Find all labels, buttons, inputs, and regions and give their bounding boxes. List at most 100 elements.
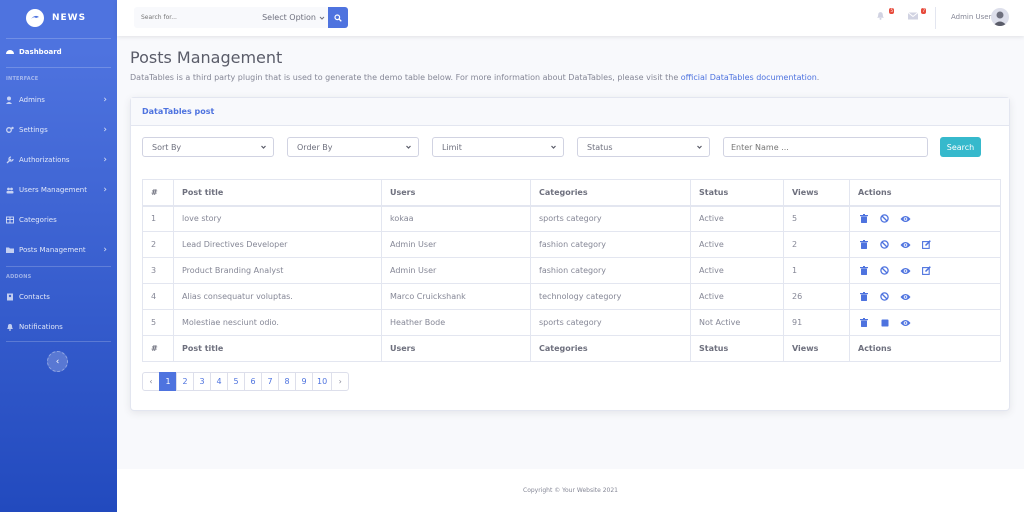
trash-icon: [859, 214, 868, 224]
column-footer: Users: [381, 335, 531, 362]
order-by-select[interactable]: Order By: [287, 137, 419, 157]
datatables-docs-link[interactable]: official DataTables documentation: [681, 73, 817, 82]
pagination-page[interactable]: 9: [295, 372, 313, 391]
pagination-page[interactable]: 7: [261, 372, 279, 391]
column-header[interactable]: Users: [381, 179, 531, 207]
order-by-label: Order By: [297, 142, 333, 152]
status-select[interactable]: Status: [577, 137, 710, 157]
sidebar-item-categories[interactable]: Categories: [0, 210, 117, 230]
table-row: 1 love story kokaa sports category Active 5: [142, 205, 1001, 232]
column-footer: Categories: [530, 335, 691, 362]
pagination-page[interactable]: 6: [244, 372, 262, 391]
sidebar-divider: [6, 67, 111, 68]
sidebar-toggle-button[interactable]: ‹: [47, 351, 68, 372]
cell-post-title: Product Branding Analyst: [173, 257, 382, 284]
column-header[interactable]: Status: [690, 179, 784, 207]
sidebar-item-authorizations[interactable]: Authorizations ›: [0, 150, 117, 170]
sidebar-item-contacts[interactable]: Contacts: [0, 287, 117, 307]
sidebar-item-settings[interactable]: Settings ›: [0, 120, 117, 140]
avatar[interactable]: [991, 8, 1009, 26]
edit-button[interactable]: [921, 265, 932, 276]
page-description-end: .: [816, 73, 820, 82]
pagination-page[interactable]: 2: [176, 372, 194, 391]
deactivate-button[interactable]: [879, 265, 890, 276]
cell-post-title: Molestiae nesciunt odio.: [173, 309, 382, 336]
column-header[interactable]: Views: [783, 179, 850, 207]
edit-button[interactable]: [921, 239, 932, 250]
view-button[interactable]: [900, 265, 911, 276]
view-button[interactable]: [900, 291, 911, 302]
delete-button[interactable]: [858, 317, 869, 328]
view-button[interactable]: [900, 213, 911, 224]
eye-icon: [900, 267, 911, 275]
pagination-page[interactable]: 4: [210, 372, 228, 391]
filter-search-button[interactable]: Search: [940, 137, 981, 157]
alerts-button[interactable]: 5: [876, 8, 894, 25]
datatable-card: DataTables post Sort By Order By Limit S…: [130, 97, 1010, 411]
table-row: 3 Product Branding Analyst Admin User fashi…: [142, 257, 1001, 284]
ban-icon: [880, 292, 889, 301]
table-footer-row: # Post title Users Categories Status Vie…: [142, 335, 1001, 362]
cell-user: Marco Cruickshank: [381, 283, 531, 310]
table-icon: [6, 216, 14, 224]
pagination-page[interactable]: 3: [193, 372, 211, 391]
table-header-row: # Post title Users Categories Status Vie…: [142, 179, 1001, 207]
topbar-search: Select Option: [134, 7, 348, 28]
cell-id: 3: [142, 257, 174, 284]
wrench-icon: [6, 156, 14, 164]
posts-table: # Post title Users Categories Status Vie…: [142, 179, 1001, 362]
view-button[interactable]: [900, 317, 911, 328]
messages-button[interactable]: 7: [907, 8, 926, 25]
cell-id: 1: [142, 205, 174, 232]
pagination-next[interactable]: ›: [331, 372, 350, 391]
cell-category: fashion category: [530, 257, 691, 284]
cell-status: Active: [690, 231, 784, 258]
delete-button[interactable]: [858, 239, 869, 250]
delete-button[interactable]: [858, 213, 869, 224]
pagination-page[interactable]: 1: [159, 372, 177, 391]
cell-views: 5: [783, 205, 850, 232]
stop-icon: [881, 319, 889, 327]
column-header[interactable]: Post title: [173, 179, 382, 207]
search-option-select[interactable]: Select Option: [254, 7, 329, 28]
view-button[interactable]: [900, 239, 911, 250]
column-header[interactable]: Actions: [849, 179, 1001, 207]
pagination-page[interactable]: 5: [227, 372, 245, 391]
deactivate-button[interactable]: [879, 239, 890, 250]
sidebar-item-posts-management[interactable]: Posts Management ›: [0, 240, 117, 260]
sidebar-item-dashboard[interactable]: Dashboard: [0, 42, 117, 62]
cell-status: Active: [690, 205, 784, 232]
chevron-down-icon: [319, 16, 325, 20]
pagination-prev[interactable]: ‹: [142, 372, 160, 391]
sidebar-divider: [6, 38, 111, 39]
name-search-input[interactable]: [723, 137, 928, 157]
sidebar-item-notifications[interactable]: Notifications: [0, 317, 117, 337]
column-header[interactable]: #: [142, 179, 174, 207]
search-input[interactable]: [134, 7, 254, 28]
users-icon: [6, 186, 14, 194]
column-header[interactable]: Categories: [530, 179, 691, 207]
envelope-icon: [907, 12, 919, 20]
table-body: 1 love story kokaa sports category Active 5 2 L…: [142, 205, 1001, 336]
search-button[interactable]: [328, 7, 348, 28]
user-name[interactable]: Admin User: [951, 13, 992, 21]
brand[interactable]: NEWS: [0, 0, 117, 36]
messages-count-badge: 7: [921, 8, 926, 14]
delete-button[interactable]: [858, 265, 869, 276]
deactivate-button[interactable]: [879, 213, 890, 224]
sort-by-select[interactable]: Sort By: [142, 137, 274, 157]
delete-button[interactable]: [858, 291, 869, 302]
user-avatar-icon: [993, 11, 1007, 26]
sidebar-item-admins[interactable]: Admins ›: [0, 90, 117, 110]
pagination-page[interactable]: 8: [278, 372, 296, 391]
page-description: DataTables is a third party plugin that …: [130, 73, 819, 82]
sidebar-item-label: Users Management: [19, 186, 87, 194]
pagination-page[interactable]: 10: [312, 372, 333, 391]
limit-select[interactable]: Limit: [432, 137, 564, 157]
deactivate-button[interactable]: [879, 291, 890, 302]
activate-button[interactable]: [879, 317, 890, 328]
sidebar-item-users-management[interactable]: Users Management ›: [0, 180, 117, 200]
eye-icon: [900, 241, 911, 249]
limit-label: Limit: [442, 142, 462, 152]
chevron-down-icon: [551, 145, 556, 149]
